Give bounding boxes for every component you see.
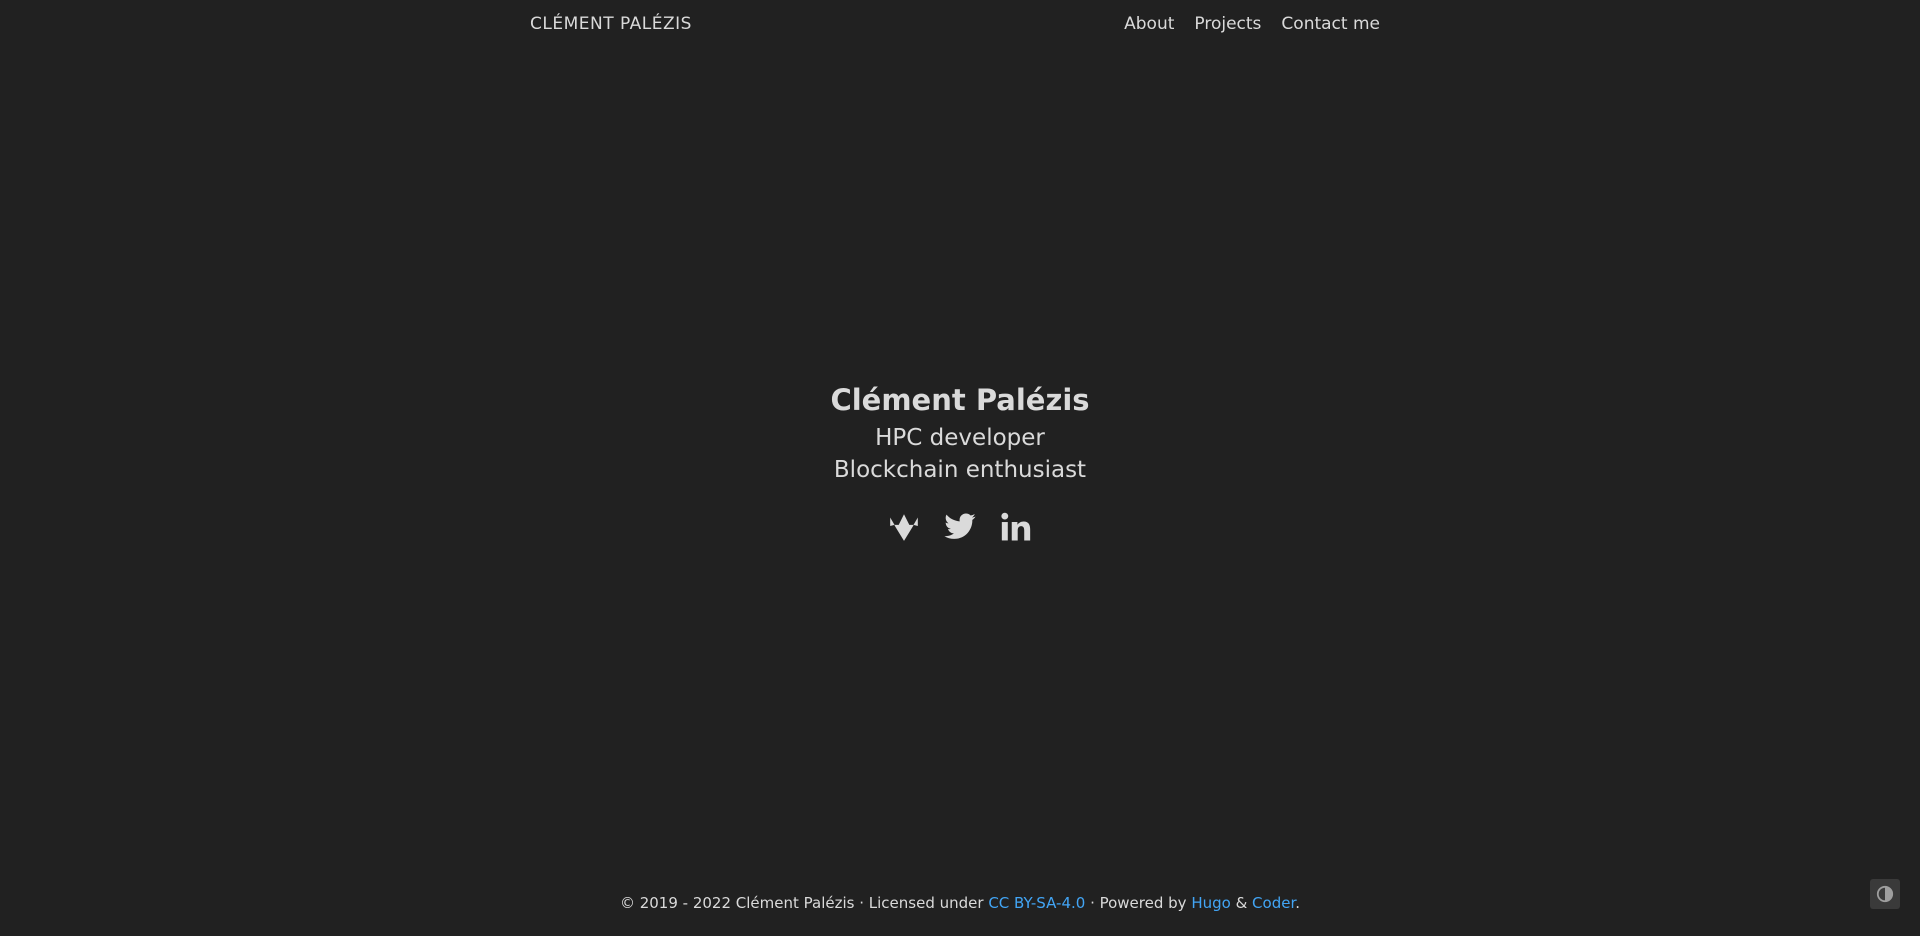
twitter-icon	[944, 513, 976, 539]
contrast-icon	[1876, 885, 1894, 903]
license-link[interactable]: CC BY-SA-4.0	[988, 894, 1085, 912]
gitlab-icon	[890, 514, 918, 541]
nav-link-contact[interactable]: Contact me	[1281, 14, 1380, 34]
linkedin-icon	[1001, 512, 1031, 541]
nav-link-about[interactable]: About	[1124, 14, 1174, 34]
hero-name: Clément Palézis	[830, 383, 1090, 417]
footer-powered-by: · Powered by	[1085, 894, 1192, 912]
footer-copyright: © 2019 - 2022 Clément Palézis · Licensed…	[619, 894, 989, 912]
social-links	[0, 510, 1920, 548]
footer-period: .	[1295, 894, 1301, 912]
navbar: CLÉMENT PALÉZIS About Projects Contact m…	[0, 0, 1920, 52]
social-item-linkedin	[999, 510, 1033, 548]
hero-tagline-line-1: HPC developer	[875, 425, 1045, 451]
linkedin-link[interactable]	[999, 510, 1033, 544]
nav-link-projects[interactable]: Projects	[1194, 14, 1261, 34]
hugo-link[interactable]: Hugo	[1191, 894, 1231, 912]
hero-section: Clément Palézis HPC developer Blockchain…	[0, 378, 1920, 564]
hero-tagline-line-2: Blockchain enthusiast	[833, 457, 1087, 483]
social-item-gitlab	[887, 510, 921, 548]
site-brand-link[interactable]: CLÉMENT PALÉZIS	[530, 14, 692, 34]
nav-menu: About Projects Contact me	[1124, 14, 1380, 34]
twitter-link[interactable]	[943, 510, 977, 544]
gitlab-link[interactable]	[887, 510, 921, 544]
footer: © 2019 - 2022 Clément Palézis · Licensed…	[0, 894, 1920, 912]
footer-ampersand: &	[1230, 894, 1253, 912]
social-item-twitter	[943, 510, 977, 548]
coder-link[interactable]: Coder	[1252, 894, 1295, 912]
theme-toggle-button[interactable]	[1870, 879, 1900, 909]
